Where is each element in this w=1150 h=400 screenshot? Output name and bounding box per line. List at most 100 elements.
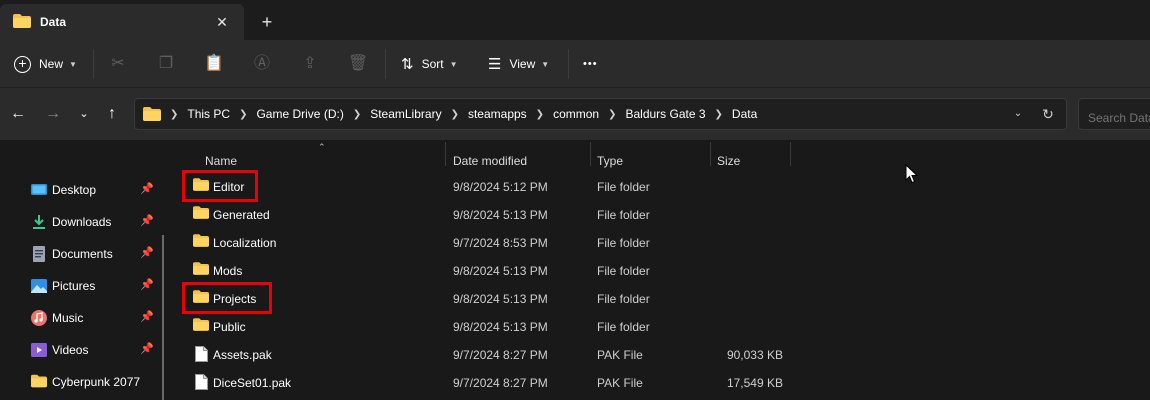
copy-icon[interactable]: ❐ (155, 53, 177, 75)
chevron-down-icon: ▼ (69, 59, 77, 69)
sidebar-item-documents[interactable]: Documents 📌 (0, 240, 160, 268)
folder-icon (193, 206, 209, 222)
file-date-modified: 9/8/2024 5:13 PM (453, 264, 548, 278)
sidebar-item-downloads[interactable]: Downloads 📌 (0, 208, 160, 236)
breadcrumb: ❯ This PC ❯ Game Drive (D:) ❯ SteamLibrary ❯ s… (143, 99, 757, 129)
column-header-date[interactable]: Date modified (453, 146, 527, 172)
chevron-right-icon[interactable]: ❯ (536, 109, 544, 120)
sidebar-item-desktop[interactable]: Desktop 📌 (0, 176, 160, 204)
mouse-cursor-icon (905, 164, 919, 184)
file-type: File folder (597, 320, 650, 334)
breadcrumb-item[interactable]: SteamLibrary (370, 107, 441, 121)
view-icon: ☰ (488, 56, 502, 73)
new-tab-button[interactable]: + (257, 10, 277, 34)
file-row[interactable]: Editor 9/8/2024 5:12 PM File folder (173, 172, 1150, 200)
file-type: File folder (597, 208, 650, 222)
address-bar[interactable]: ❯ This PC ❯ Game Drive (D:) ❯ SteamLibrary ❯ s… (134, 98, 1067, 130)
view-button[interactable]: ☰ View ▼ (488, 48, 549, 80)
file-date-modified: 9/7/2024 8:27 PM (453, 348, 548, 362)
file-icon (195, 374, 211, 390)
sidebar-item-cyberpunk-2077[interactable]: Cyberpunk 2077 (0, 368, 160, 396)
cut-icon[interactable]: ✂ (107, 53, 129, 75)
file-name: Assets.pak (213, 348, 272, 362)
folder-icon (31, 374, 47, 390)
pin-icon: 📌 (140, 311, 154, 323)
file-row[interactable]: Localization 9/7/2024 8:53 PM File folder (173, 228, 1150, 256)
sidebar-item-label: Desktop (52, 183, 97, 197)
tab-bar: Data ✕ + (0, 0, 1150, 40)
rename-icon[interactable]: Ⓐ (251, 53, 273, 75)
delete-icon[interactable]: 🗑 (347, 53, 369, 75)
breadcrumb-item[interactable]: Game Drive (D:) (256, 107, 343, 121)
file-row[interactable]: Assets.pak 9/7/2024 8:27 PM PAK File 90,033… (173, 340, 1150, 368)
column-divider[interactable] (790, 142, 791, 166)
sidebar-item-pictures[interactable]: Pictures 📌 (0, 272, 160, 300)
breadcrumb-item[interactable]: steamapps (468, 107, 527, 121)
share-icon[interactable]: ⇪ (299, 53, 321, 75)
chevron-right-icon[interactable]: ❯ (353, 109, 361, 120)
breadcrumb-item[interactable]: Data (732, 107, 757, 121)
chevron-down-icon: ▼ (541, 59, 550, 69)
sidebar-item-videos[interactable]: Videos 📌 (0, 336, 160, 364)
plus-circle-icon: + (14, 55, 31, 73)
folder-icon (143, 107, 161, 121)
download-icon (31, 214, 47, 230)
paste-icon[interactable]: 📋 (203, 53, 225, 75)
file-type: File folder (597, 264, 650, 278)
column-divider[interactable] (445, 142, 446, 166)
sidebar-scrollbar[interactable] (162, 235, 164, 400)
address-row: ← → ⌄ ↑ ❯ This PC ❯ Game Drive (D:) ❯ SteamL… (0, 88, 1150, 140)
close-tab-icon[interactable]: ✕ (212, 12, 232, 32)
file-row[interactable]: Public 9/8/2024 5:13 PM File folder (173, 312, 1150, 340)
refresh-icon[interactable]: ↻ (1038, 104, 1058, 124)
address-dropdown-chevron-icon[interactable]: ⌄ (1008, 104, 1028, 124)
back-arrow-icon[interactable]: ← (6, 102, 30, 126)
breadcrumb-item[interactable]: Baldurs Gate 3 (625, 107, 705, 121)
column-divider[interactable] (590, 142, 591, 166)
document-icon (31, 246, 47, 262)
folder-icon (193, 318, 209, 334)
chevron-right-icon[interactable]: ❯ (239, 109, 247, 120)
recent-locations-chevron-icon[interactable]: ⌄ (72, 102, 96, 126)
file-name: Mods (213, 264, 243, 278)
column-header-size[interactable]: Size (717, 146, 740, 172)
column-header-name[interactable]: ⌃ Name (205, 142, 326, 172)
tab-data[interactable]: Data ✕ (0, 4, 244, 40)
search-input[interactable] (1078, 98, 1150, 130)
new-button[interactable]: + New ▼ (14, 48, 77, 80)
chevron-right-icon[interactable]: ❯ (608, 109, 616, 120)
pin-icon: 📌 (140, 247, 154, 259)
file-row[interactable]: DiceSet01.pak 9/7/2024 8:27 PM PAK File 17,… (173, 368, 1150, 396)
more-options-button[interactable]: ••• (583, 48, 598, 80)
sort-button[interactable]: ⇅ Sort ▼ (401, 48, 458, 80)
file-row[interactable]: Projects 9/8/2024 5:13 PM File folder (173, 284, 1150, 312)
file-type: PAK File (597, 348, 643, 362)
sidebar-item-music[interactable]: Music 📌 (0, 304, 160, 332)
pictures-icon (31, 278, 47, 294)
file-type: PAK File (597, 376, 643, 390)
file-name: Generated (213, 208, 270, 222)
sort-ascending-icon: ⌃ (318, 142, 326, 152)
file-date-modified: 9/7/2024 8:53 PM (453, 236, 548, 250)
videos-icon (31, 342, 47, 358)
file-icon (195, 346, 211, 362)
breadcrumb-item[interactable]: common (553, 107, 599, 121)
pin-icon: 📌 (140, 343, 154, 355)
music-icon (31, 310, 47, 326)
sidebar-item-label: Videos (52, 343, 89, 357)
forward-arrow-icon[interactable]: → (41, 102, 65, 126)
file-row[interactable]: Mods 9/8/2024 5:13 PM File folder (173, 256, 1150, 284)
breadcrumb-item[interactable]: This PC (187, 107, 230, 121)
column-header-type[interactable]: Type (597, 146, 623, 172)
chevron-right-icon[interactable]: ❯ (715, 109, 723, 120)
column-divider[interactable] (710, 142, 711, 166)
folder-icon (193, 262, 209, 278)
highlight-box (182, 282, 272, 314)
chevron-right-icon[interactable]: ❯ (451, 109, 459, 120)
chevron-right-icon: ❯ (170, 108, 179, 120)
up-arrow-icon[interactable]: ↑ (100, 102, 124, 126)
separator (93, 49, 94, 79)
separator (385, 49, 386, 79)
folder-icon (193, 234, 209, 250)
file-row[interactable]: Generated 9/8/2024 5:13 PM File folder (173, 200, 1150, 228)
